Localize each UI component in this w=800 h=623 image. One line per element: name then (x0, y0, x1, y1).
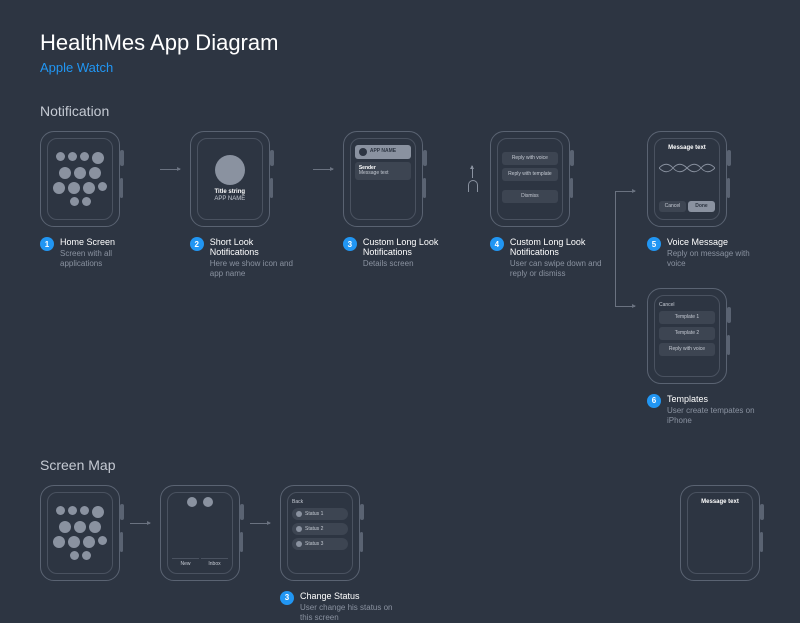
message-card: Sender Message text (355, 162, 411, 180)
step-title: Change Status (300, 591, 400, 601)
step-badge: 5 (647, 237, 661, 251)
step-text: User can swipe down and reply or dismiss (510, 259, 603, 280)
step-title: Home Screen (60, 237, 150, 247)
step-6: Cancel Template 1 Template 2 Reply with … (647, 288, 760, 427)
step-title: Voice Message (667, 237, 760, 247)
section-notification-label: Notification (40, 103, 760, 119)
status-1-button[interactable]: Status 1 (292, 508, 348, 520)
app-icon (215, 155, 245, 185)
app-name: APP NAME (370, 149, 396, 155)
step-text: Here we show icon and app name (210, 259, 303, 280)
status-3-button[interactable]: Status 3 (292, 538, 348, 550)
back-link[interactable]: Back (292, 499, 303, 505)
step-badge: 1 (40, 237, 54, 251)
section-screenmap-label: Screen Map (40, 457, 760, 473)
step-badge: 3 (343, 237, 357, 251)
step-2: Title string APP NAME 2 Short Look Notif… (190, 131, 303, 280)
page-title: HealthMes App Diagram (40, 30, 760, 56)
notification-row: 1 Home Screen Screen with all applicatio… (40, 131, 760, 427)
watch-message: Message text (680, 485, 760, 581)
step-title: Templates (667, 394, 760, 404)
step-text: Details screen (363, 259, 456, 269)
step-title: Custom Long Look Notifications (510, 237, 603, 257)
title-string: Title string (214, 189, 245, 196)
waveform-icon (659, 156, 715, 180)
cancel-link[interactable]: Cancel (659, 302, 675, 308)
screenmap-row: New Inbox Back Status 1 Status 2 Status … (40, 485, 760, 623)
dismiss-button[interactable]: Dismiss (502, 190, 558, 203)
reply-template-button[interactable]: Reply with template (502, 168, 558, 181)
watch-templates: Cancel Template 1 Template 2 Reply with … (647, 288, 727, 384)
step-5: Message text Cancel Done 5 Voice Message… (647, 131, 760, 270)
tab-inbox[interactable]: Inbox (201, 558, 228, 569)
watch-home (40, 131, 120, 227)
step-badge: 3 (280, 591, 294, 605)
step-text: User change his status on this screen (300, 603, 400, 623)
arrow-icon (160, 169, 180, 170)
step-text: Screen with all applications (60, 249, 150, 270)
step-badge: 4 (490, 237, 504, 251)
page-subtitle: Apple Watch (40, 60, 760, 75)
step-badge: 6 (647, 394, 661, 408)
step-text: Reply on message with voice (667, 249, 760, 270)
reply-voice-button[interactable]: Reply with voice (659, 343, 715, 356)
arrow-icon (250, 523, 270, 524)
app-grid-icon (52, 497, 108, 569)
notif-header-card: APP NAME (355, 145, 411, 159)
step-title: Custom Long Look Notifications (363, 237, 456, 257)
cancel-button[interactable]: Cancel (659, 201, 686, 212)
template-1-button[interactable]: Template 1 (659, 311, 715, 324)
message-text: Message text (359, 171, 407, 176)
reply-voice-button[interactable]: Reply with voice (502, 152, 558, 165)
app-name-label: APP NAME (214, 196, 245, 203)
app-icon-small (359, 148, 367, 156)
step-1: 1 Home Screen Screen with all applicatio… (40, 131, 150, 270)
step-badge: 2 (190, 237, 204, 251)
map-step-3: Back Status 1 Status 2 Status 3 3 Change… (280, 485, 400, 623)
watch-reply-options: Reply with voice Reply with template Dis… (490, 131, 570, 227)
watch-change-status: Back Status 1 Status 2 Status 3 (280, 485, 360, 581)
watch-inbox: New Inbox (160, 485, 240, 581)
arrow-icon (130, 523, 150, 524)
step-3: APP NAME Sender Message text 3 Custom Lo… (343, 131, 456, 269)
watch-home (40, 485, 120, 581)
message-text-label: Message text (668, 145, 706, 152)
split-arrow-icon (615, 151, 635, 331)
step-title: Short Look Notifications (210, 237, 303, 257)
tab-new[interactable]: New (172, 558, 199, 569)
watch-voice-message: Message text Cancel Done (647, 131, 727, 227)
watch-short-look: Title string APP NAME (190, 131, 270, 227)
arrow-icon (313, 169, 333, 170)
app-grid-icon (52, 143, 108, 215)
dot-icon (187, 497, 197, 507)
message-text-label: Message text (701, 499, 739, 506)
map-home (40, 485, 120, 581)
map-message: Message text (680, 485, 760, 581)
step-4: Reply with voice Reply with template Dis… (490, 131, 603, 280)
done-button[interactable]: Done (688, 201, 715, 212)
step-text: User create tempates on iPhone (667, 406, 760, 427)
status-2-button[interactable]: Status 2 (292, 523, 348, 535)
swipe-down-icon (468, 166, 478, 192)
dot-icon (203, 497, 213, 507)
watch-long-look: APP NAME Sender Message text (343, 131, 423, 227)
template-2-button[interactable]: Template 2 (659, 327, 715, 340)
map-inbox: New Inbox (160, 485, 240, 581)
